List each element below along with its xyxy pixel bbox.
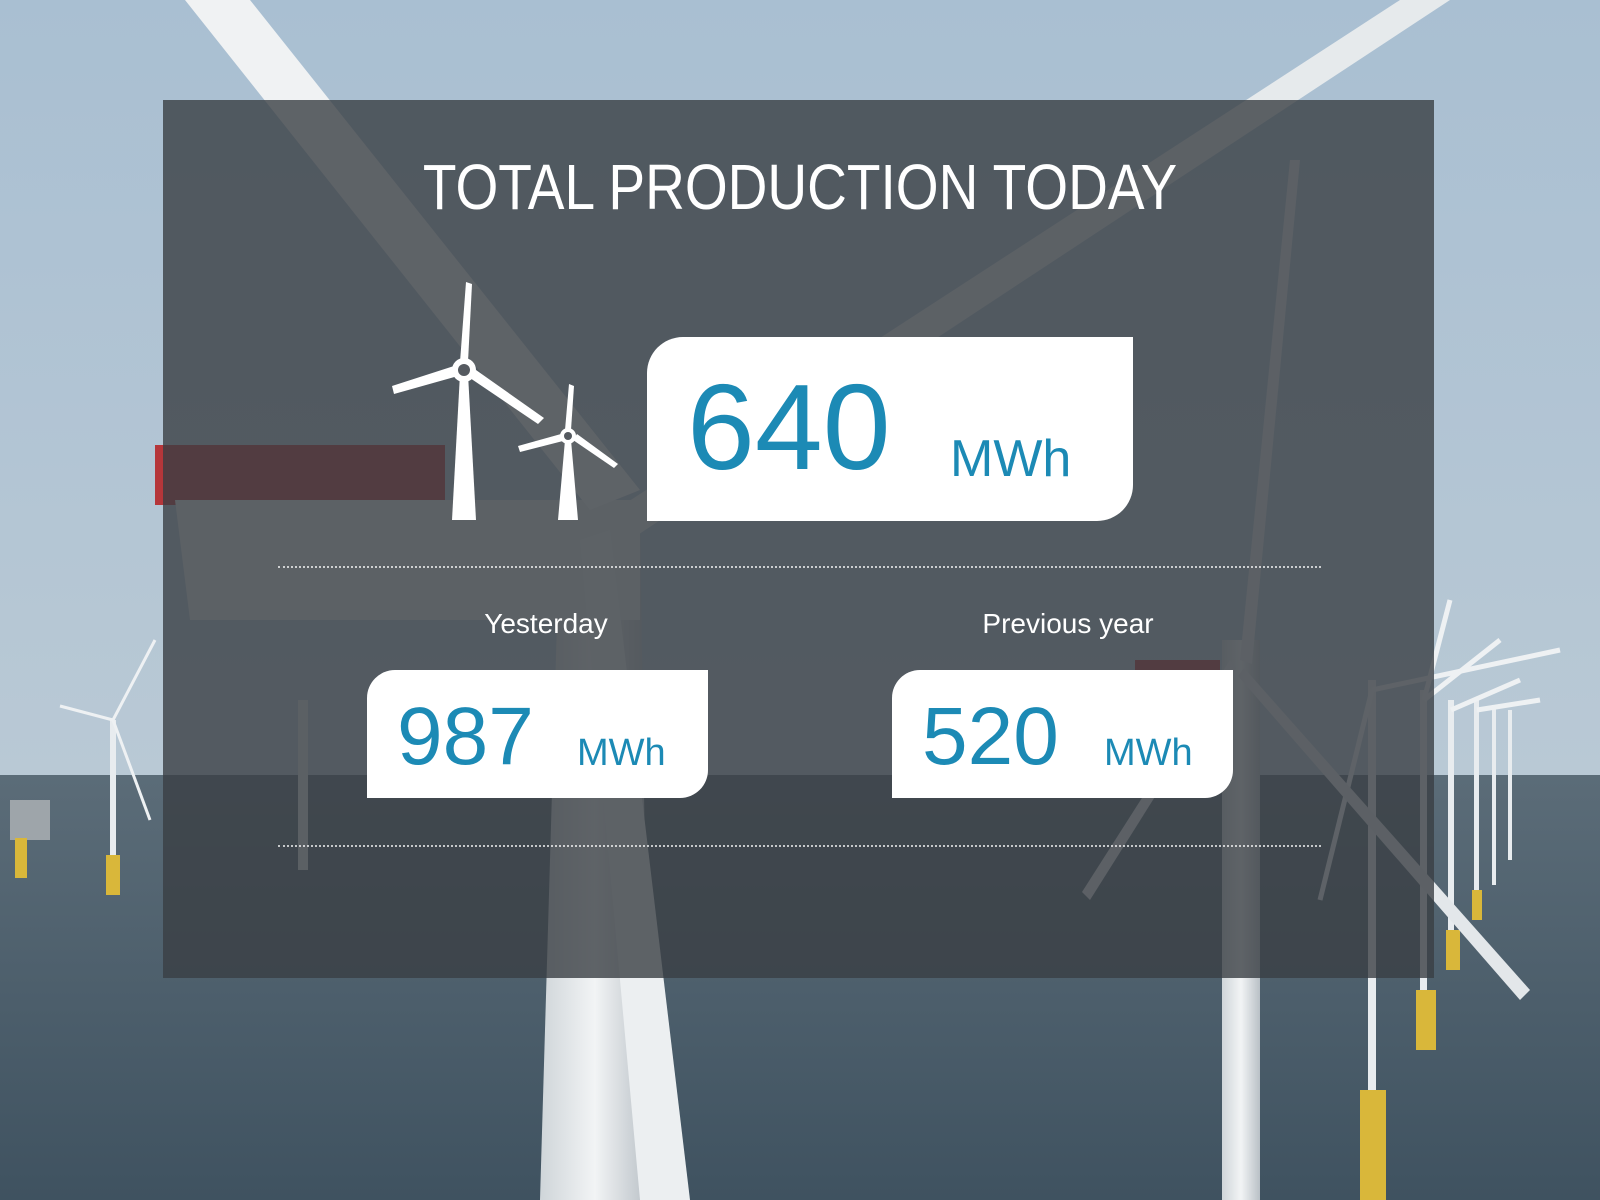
today-value: 640 — [687, 359, 891, 495]
wind-turbines-icon — [390, 282, 630, 527]
yesterday-badge: 987 MWh — [367, 670, 708, 798]
previous-year-badge: 520 MWh — [892, 670, 1233, 798]
page-title: TOTAL PRODUCTION TODAY — [422, 151, 1178, 223]
yesterday-label: Yesterday — [484, 608, 608, 639]
previous-year-value: 520 — [922, 691, 1059, 782]
yesterday-unit: MWh — [577, 732, 666, 774]
yesterday-value: 987 — [397, 691, 534, 782]
today-production-badge: 640 MWh — [647, 337, 1133, 521]
divider-top — [278, 566, 1321, 568]
divider-bottom — [278, 845, 1321, 847]
today-unit: MWh — [950, 430, 1072, 488]
previous-year-unit: MWh — [1104, 732, 1193, 774]
previous-year-label: Previous year — [982, 608, 1154, 639]
